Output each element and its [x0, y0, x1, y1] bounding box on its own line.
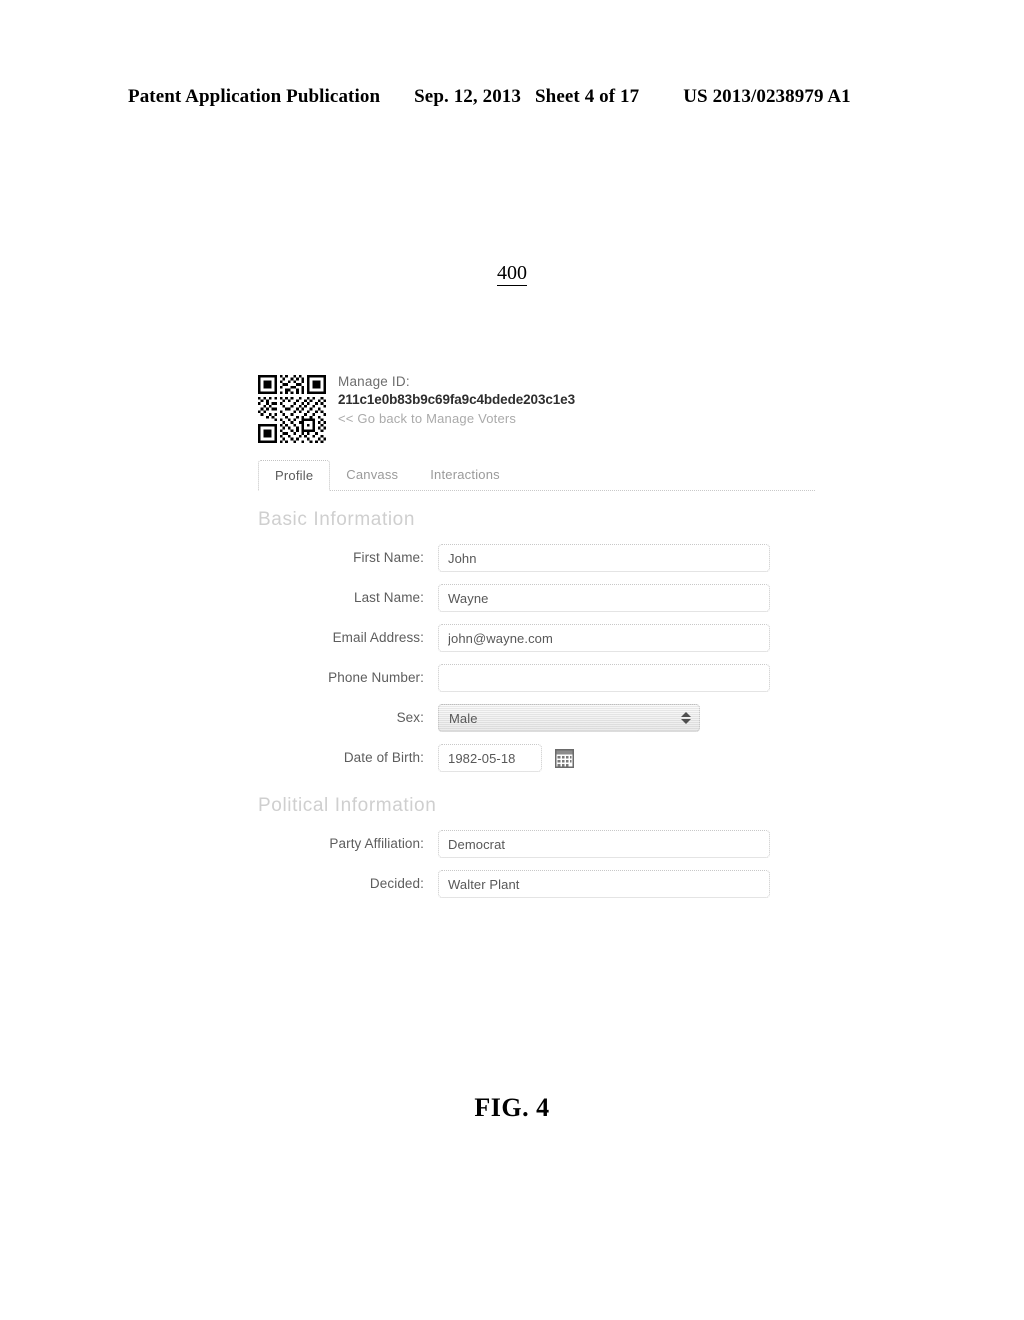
form-row-decided: Decided: [258, 869, 818, 899]
email-address-label: Email Address: [332, 630, 424, 645]
reference-numeral-value: 400 [497, 262, 527, 286]
last-name-input[interactable] [438, 584, 770, 612]
email-address-field-wrap [438, 624, 818, 652]
qr-code-icon [258, 375, 326, 443]
reference-numeral: 400 [0, 262, 1024, 286]
party-affiliation-field-wrap [438, 830, 818, 858]
go-back-to-manage-voters-link[interactable]: << Go back to Manage Voters [338, 409, 516, 428]
publication-number-text: US 2013/0238979 A1 [683, 86, 851, 107]
political-information-heading: Political Information [258, 795, 437, 816]
phone-number-input[interactable] [438, 664, 770, 692]
first-name-field-wrap [438, 544, 818, 572]
first-name-label: First Name: [353, 550, 424, 565]
form-row-sex: Sex: Male [258, 703, 818, 733]
form-row-date-of-birth: Date of Birth: [258, 743, 818, 773]
profile-tab-strip: Profile Canvass Interactions [258, 460, 815, 491]
form-row-first-name: First Name: [258, 543, 818, 573]
patent-page-header: Patent Application Publication Sep. 12, … [128, 86, 896, 108]
stepper-arrows-icon [680, 709, 691, 727]
sheet-number-text: Sheet 4 of 17 [535, 86, 640, 107]
decided-field-wrap [438, 870, 818, 898]
sex-label: Sex: [396, 710, 424, 725]
tab-interactions[interactable]: Interactions [414, 460, 516, 490]
calendar-icon[interactable] [555, 748, 574, 768]
manage-id-label: Manage ID: [338, 374, 410, 389]
voter-profile-screen: Manage ID: 211c1e0b83b9c69fa9c4bdede203c… [258, 372, 818, 909]
form-row-party-affiliation: Party Affiliation: [258, 829, 818, 859]
basic-information-heading: Basic Information [258, 509, 415, 530]
decided-label: Decided: [369, 876, 424, 891]
sex-select[interactable]: Male [438, 704, 700, 732]
tab-canvass[interactable]: Canvass [330, 460, 414, 490]
email-address-input[interactable] [438, 624, 770, 652]
manage-id-value: 211c1e0b83b9c69fa9c4bdede203c1e3 [338, 392, 575, 407]
sex-field-wrap: Male [438, 704, 818, 732]
tab-profile[interactable]: Profile [258, 460, 331, 491]
party-affiliation-input[interactable] [438, 830, 770, 858]
phone-number-field-wrap [438, 664, 818, 692]
sex-select-value: Male [449, 710, 478, 726]
publication-date-text: Sep. 12, 2013 [414, 86, 522, 107]
decided-input[interactable] [438, 870, 770, 898]
date-of-birth-input[interactable] [438, 744, 542, 772]
date-of-birth-field-wrap [438, 744, 818, 772]
party-affiliation-label: Party Affiliation: [329, 836, 424, 851]
first-name-input[interactable] [438, 544, 770, 572]
figure-caption: FIG. 4 [474, 1093, 550, 1122]
form-row-email-address: Email Address: [258, 623, 818, 653]
form-row-last-name: Last Name: [258, 583, 818, 613]
last-name-label: Last Name: [353, 590, 424, 605]
phone-number-label: Phone Number: [328, 670, 424, 685]
publication-type-text: Patent Application Publication [128, 86, 381, 107]
form-row-phone-number: Phone Number: [258, 663, 818, 693]
last-name-field-wrap [438, 584, 818, 612]
date-of-birth-label: Date of Birth: [343, 750, 424, 765]
manage-id-block: Manage ID: 211c1e0b83b9c69fa9c4bdede203c… [258, 372, 818, 450]
manage-id-text-group: Manage ID: 211c1e0b83b9c69fa9c4bdede203c… [338, 372, 575, 428]
